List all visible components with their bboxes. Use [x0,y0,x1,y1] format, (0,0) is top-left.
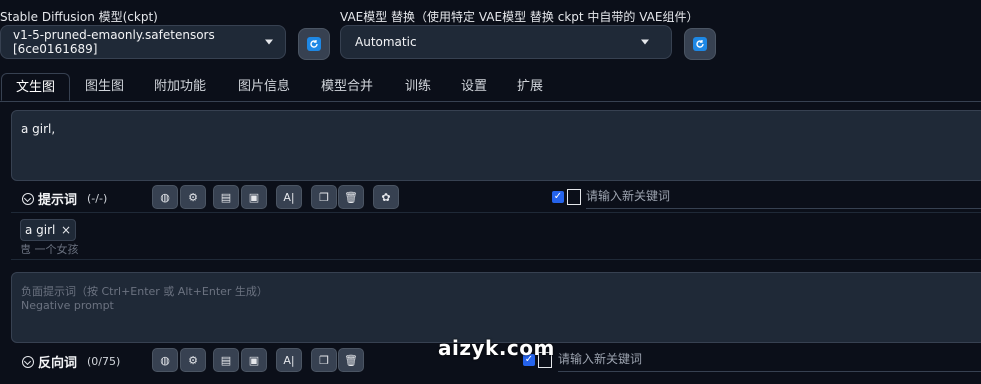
chevron-down-icon [265,39,273,45]
prompt-textarea[interactable]: a girl, [11,110,981,181]
tab-settings[interactable]: 设置 [461,73,487,101]
refresh-icon [307,37,321,51]
vae-label: VAE模型 替换（使用特定 VAE模型 替换 ckpt 中自带的 VAE组件） [340,10,699,24]
trash-icon: 🗑 [344,353,358,367]
negative-title[interactable]: 反向词 (0/75) [22,352,120,371]
prompt-title-label: 提示词 [38,193,78,208]
negative-title-label: 反向词 [38,356,78,371]
bookmark-icon: ▣ [248,353,260,367]
settings-icon: ⚙ [188,190,198,204]
negative-placeholder-line2: Negative prompt [21,299,114,312]
model-selected-value: v1-5-pruned-emaonly.safetensors [6ce0161… [13,28,215,56]
vae-dropdown[interactable]: Automatic [340,25,672,59]
prompt-tag[interactable]: a girl × [20,219,76,241]
tab-extensions[interactable]: 扩展 [517,73,543,101]
keyword-input[interactable]: 请输入新关键词 [558,347,981,372]
translate-icon: A| [283,353,295,367]
prompt-token-count: (-/-) [87,192,108,205]
chevron-down-icon [641,39,649,45]
collapse-icon [22,355,34,368]
collapse-icon [22,192,34,205]
tab-extras[interactable]: 附加功能 [154,73,206,101]
keyword-checkbox[interactable]: ✓ [552,191,564,203]
negative-prompt-textarea[interactable]: 负面提示词（按 Ctrl+Enter 或 Alt+Enter 生成） Negat… [11,272,981,343]
translate-button[interactable]: A| [276,348,302,372]
divider [11,212,981,213]
copy-icon: ❐ [319,353,329,367]
bookmark-icon: ▣ [248,190,260,204]
refresh-model-button[interactable] [298,28,330,60]
translation-prefix: 㕀 [20,243,31,256]
tag-translation: 㕀 一个女孩 [20,241,79,257]
close-icon[interactable]: × [61,223,71,237]
settings-icon: ⚙ [188,353,198,367]
translate-button[interactable]: A| [276,185,302,209]
history-button[interactable]: ▤ [213,185,239,209]
globe-icon: ◍ [160,190,170,204]
globe-button[interactable]: ◍ [152,185,178,209]
settings-button[interactable]: ⚙ [180,348,206,372]
vae-selected-value: Automatic [355,35,417,49]
watermark: aizyk.com [438,336,555,360]
tab-png-info[interactable]: 图片信息 [238,73,290,101]
cursor-icon [567,189,581,205]
negative-token-count: (0/75) [87,355,121,368]
trash-icon: 🗑 [344,190,358,204]
copy-button[interactable]: ❐ [311,185,337,209]
openai-icon: ✿ [381,190,391,204]
divider [11,259,981,260]
prompt-text: a girl, [21,122,56,136]
tab-img2img[interactable]: 图生图 [85,73,124,101]
translate-icon: A| [283,190,295,204]
tab-txt2img[interactable]: 文生图 [1,73,70,101]
globe-button[interactable]: ◍ [152,348,178,372]
openai-button[interactable]: ✿ [373,185,399,209]
main-tabs: 文生图 图生图 附加功能 图片信息 模型合并 训练 设置 扩展 [0,73,981,102]
tab-train[interactable]: 训练 [405,73,431,101]
model-dropdown[interactable]: v1-5-pruned-emaonly.safetensors [6ce0161… [0,25,286,59]
bookmark-button[interactable]: ▣ [241,348,267,372]
bookmark-button[interactable]: ▣ [241,185,267,209]
history-icon: ▤ [220,353,232,367]
refresh-icon [693,37,707,51]
copy-icon: ❐ [319,190,329,204]
globe-icon: ◍ [160,353,170,367]
settings-button[interactable]: ⚙ [180,185,206,209]
tab-checkpoint-merger[interactable]: 模型合并 [321,73,373,101]
clear-button[interactable]: 🗑 [338,185,364,209]
model-label: Stable Diffusion 模型(ckpt) [0,10,158,24]
refresh-vae-button[interactable] [684,28,716,60]
prompt-title[interactable]: 提示词 (-/-) [22,189,107,208]
copy-button[interactable]: ❐ [311,348,337,372]
keyword-input[interactable]: 请输入新关键词 [586,184,981,209]
translation-text: 一个女孩 [34,243,79,256]
clear-button[interactable]: 🗑 [338,348,364,372]
tag-text: a girl [25,223,56,237]
history-button[interactable]: ▤ [213,348,239,372]
history-icon: ▤ [220,190,232,204]
negative-placeholder-line1: 负面提示词（按 Ctrl+Enter 或 Alt+Enter 生成） [21,285,268,298]
